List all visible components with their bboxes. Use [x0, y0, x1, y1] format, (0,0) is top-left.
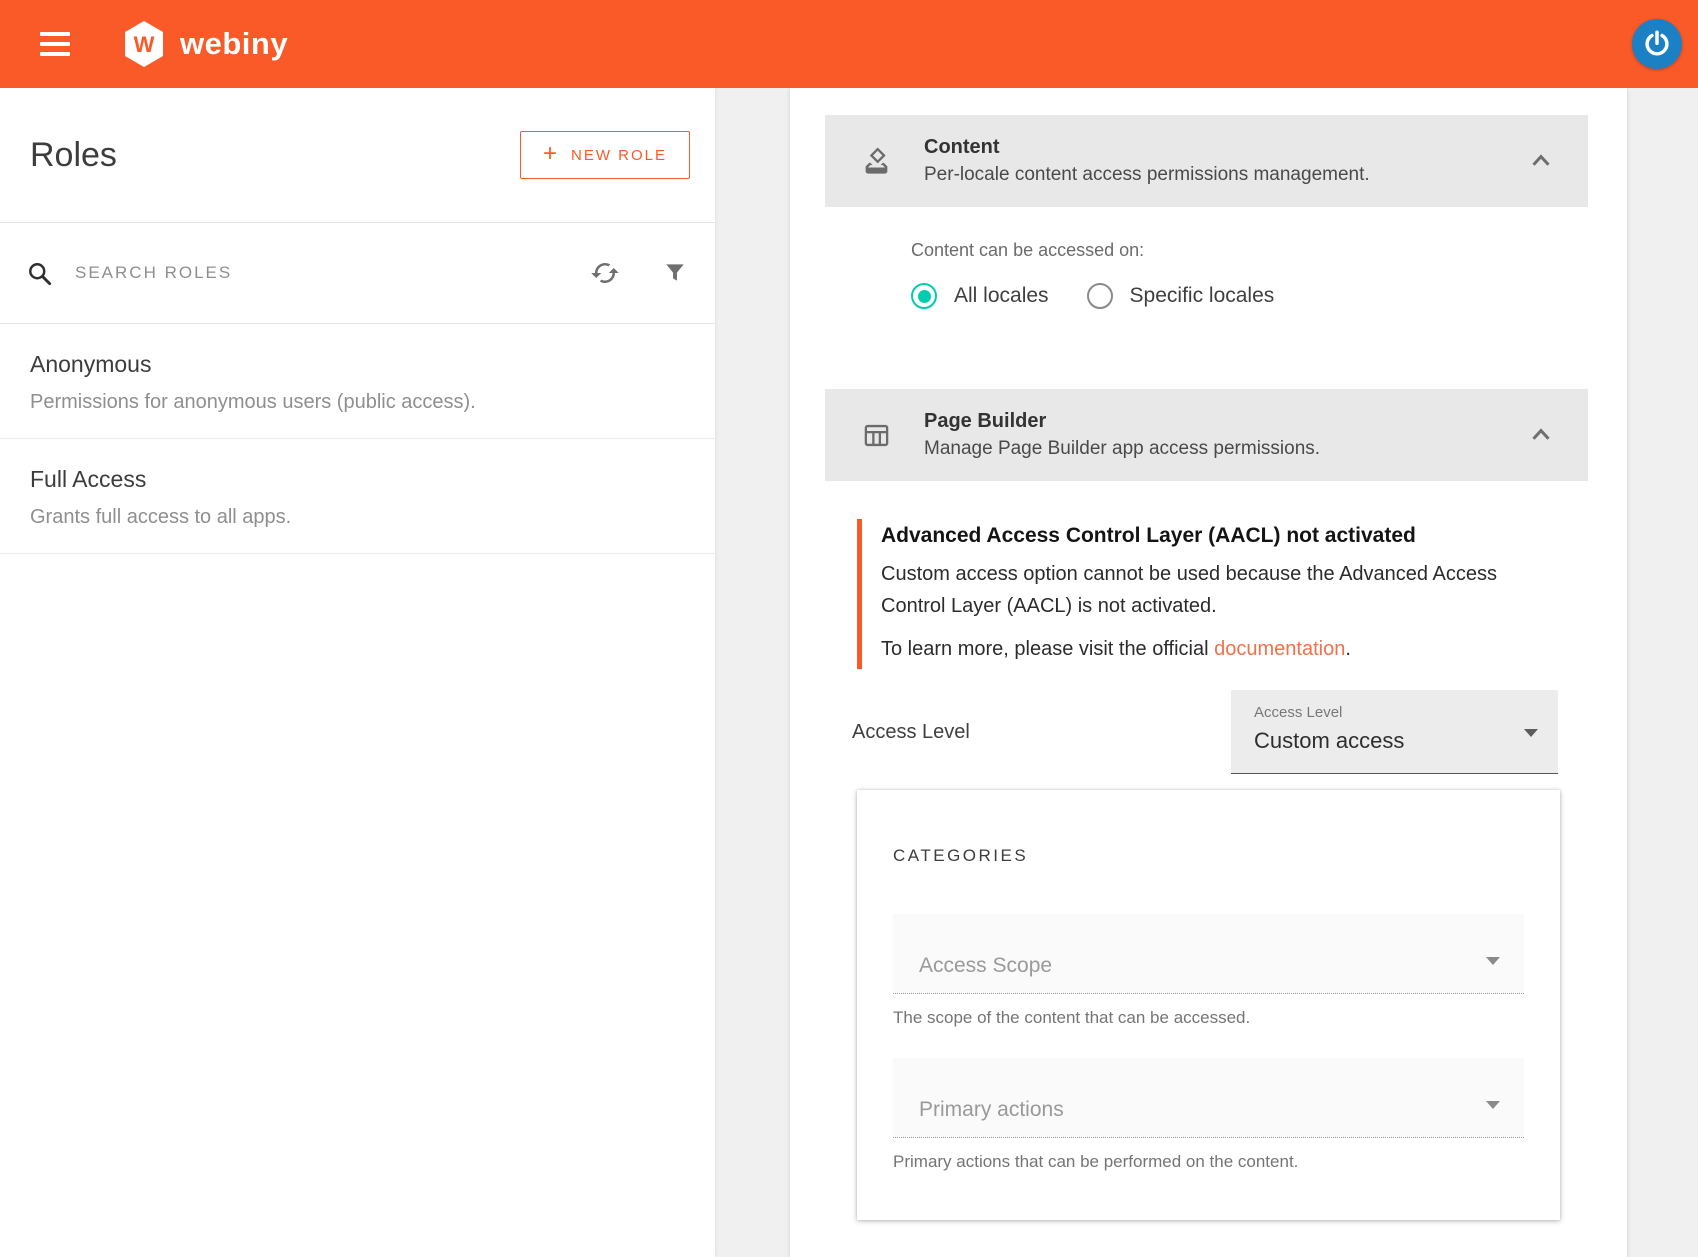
roles-search-bar	[0, 223, 715, 324]
ballot-content-icon	[862, 147, 891, 176]
roles-header: Roles + NEW ROLE	[0, 88, 715, 223]
app-root: W webiny Roles + NEW ROLE	[0, 0, 1698, 1257]
section-subtitle-content: Per-locale content access permissions ma…	[924, 164, 1526, 186]
aacl-warning: Advanced Access Control Layer (AACL) not…	[857, 519, 1588, 669]
table-grid-icon	[862, 421, 891, 450]
brand-wordmark: webiny	[180, 26, 288, 62]
section-title-page-builder: Page Builder	[924, 410, 1526, 433]
accordion-header-page-builder[interactable]: Page Builder Manage Page Builder app acc…	[825, 389, 1588, 481]
access-scope-select[interactable]: Access Scope	[893, 914, 1524, 994]
select-value: Custom access	[1254, 728, 1558, 754]
primary-actions-placeholder: Primary actions	[919, 1098, 1064, 1122]
locales-caption: Content can be accessed on:	[911, 240, 1627, 261]
chevron-up-icon[interactable]	[1526, 146, 1556, 176]
filter-button[interactable]	[662, 260, 688, 286]
role-permissions-panel: Content Per-locale content access permis…	[790, 88, 1627, 1257]
new-role-label: NEW ROLE	[571, 147, 667, 164]
page-title: Roles	[30, 136, 520, 175]
section-title-content: Content	[924, 136, 1526, 159]
access-level-row: Access Level Access Level Custom access	[790, 690, 1627, 774]
warning-body: Custom access option cannot be used beca…	[881, 558, 1551, 622]
roles-list-panel: Roles + NEW ROLE	[0, 88, 715, 1257]
filter-funnel-icon	[662, 260, 688, 286]
webiny-logo: W webiny	[122, 20, 288, 68]
role-list-item-anonymous[interactable]: Anonymous Permissions for anonymous user…	[0, 324, 715, 439]
role-list-item-full-access[interactable]: Full Access Grants full access to all ap…	[0, 439, 715, 554]
access-scope-placeholder: Access Scope	[919, 954, 1052, 978]
refresh-icon	[590, 258, 620, 288]
plus-icon: +	[543, 140, 557, 168]
radio-specific-locales[interactable]: Specific locales	[1087, 283, 1275, 309]
section-subtitle-page-builder: Manage Page Builder app access permissio…	[924, 438, 1526, 460]
caret-down-icon	[1524, 729, 1538, 737]
primary-actions-select[interactable]: Primary actions	[893, 1058, 1524, 1138]
radio-unselected-icon	[1087, 283, 1113, 309]
select-floating-label: Access Level	[1254, 704, 1558, 721]
radio-selected-icon	[911, 283, 937, 309]
caret-down-icon	[1486, 1101, 1500, 1109]
categories-card: CATEGORIES Access Scope The scope of the…	[857, 790, 1560, 1220]
access-level-select[interactable]: Access Level Custom access	[1231, 690, 1558, 774]
power-icon	[1641, 28, 1673, 60]
warning-link-line: To learn more, please visit the official…	[881, 638, 1588, 661]
role-description: Permissions for anonymous users (public …	[30, 391, 685, 414]
search-icon	[26, 260, 53, 287]
search-input[interactable]	[73, 262, 590, 284]
documentation-link[interactable]: documentation	[1214, 638, 1345, 660]
warning-title: Advanced Access Control Layer (AACL) not…	[881, 524, 1588, 548]
categories-heading: CATEGORIES	[893, 846, 1524, 866]
app-bar: W webiny	[0, 0, 1698, 88]
user-avatar[interactable]	[1632, 19, 1682, 69]
hamburger-menu-icon[interactable]	[40, 26, 70, 62]
radio-all-locales[interactable]: All locales	[911, 283, 1049, 309]
accordion-header-content[interactable]: Content Per-locale content access permis…	[825, 115, 1588, 207]
role-name: Full Access	[30, 466, 685, 493]
access-level-label: Access Level	[852, 721, 1231, 744]
role-description: Grants full access to all apps.	[30, 506, 685, 529]
webiny-hexagon-icon: W	[122, 20, 166, 68]
caret-down-icon	[1486, 957, 1500, 965]
chevron-up-icon[interactable]	[1526, 420, 1556, 450]
content-locales-group: Content can be accessed on: All locales …	[790, 207, 1627, 309]
role-name: Anonymous	[30, 351, 685, 378]
logo-letter: W	[134, 32, 155, 57]
refresh-button[interactable]	[590, 258, 620, 288]
access-scope-helper: The scope of the content that can be acc…	[893, 1008, 1524, 1028]
new-role-button[interactable]: + NEW ROLE	[520, 131, 690, 179]
primary-actions-helper: Primary actions that can be performed on…	[893, 1152, 1524, 1172]
